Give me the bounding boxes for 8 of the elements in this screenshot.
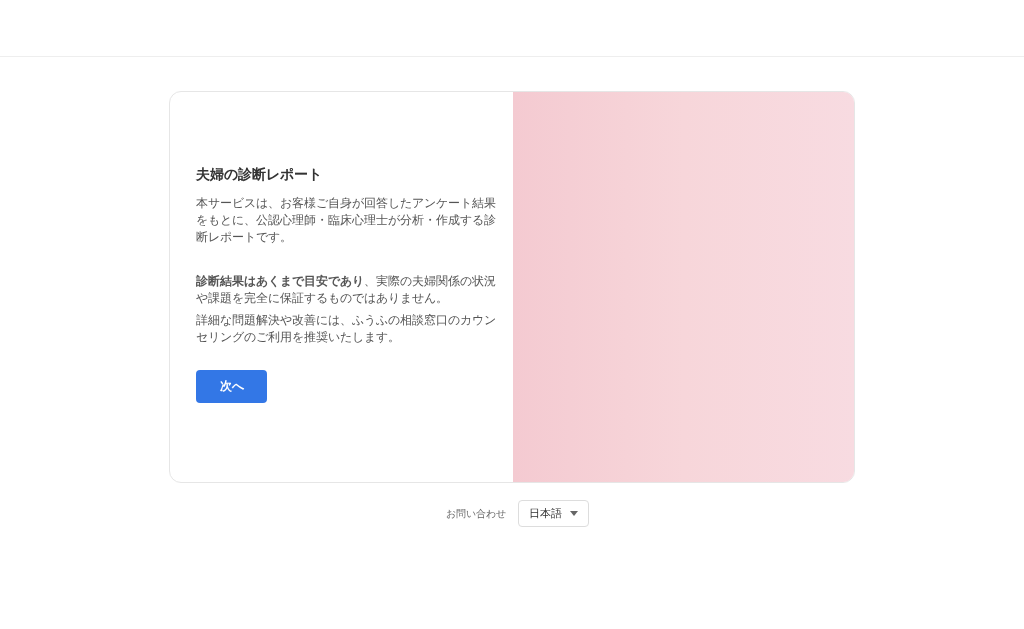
- contact-link[interactable]: お問い合わせ: [445, 506, 506, 521]
- next-button[interactable]: 次へ: [196, 369, 267, 403]
- body-text: 診断結果はあくまで目安であり、実際の夫婦関係の状況や課題を完全に保証するものではありません。: [196, 272, 497, 307]
- language-select[interactable]: 日本語: [517, 500, 589, 527]
- card-title: 夫婦の診断レポート: [196, 164, 323, 184]
- body-text: 詳細な問題解決や改善には、ふうふの相談窓口のカウンセリングのご利用を推奨いたします。: [196, 311, 497, 346]
- body-text: 本サービスは、お客様ご自身が回答したアンケート結果をもとに、公認心理師・臨床心理士が分析・作成する診断レポートです。: [196, 194, 497, 246]
- caret-icon: [569, 511, 578, 516]
